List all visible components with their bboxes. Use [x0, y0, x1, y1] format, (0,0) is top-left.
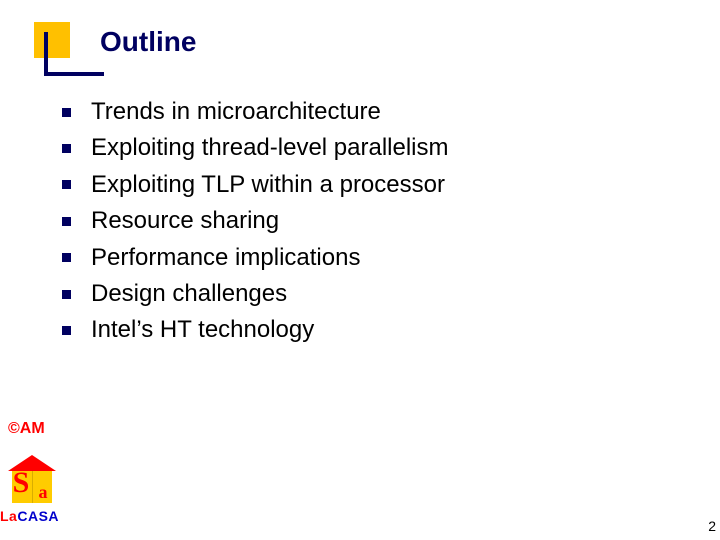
bullet-square-icon: [62, 217, 71, 226]
logo-letter-a: a: [32, 482, 54, 503]
bullet-text: Trends in microarchitecture: [91, 96, 381, 128]
slide-title: Outline: [100, 26, 196, 58]
list-item: Trends in microarchitecture: [62, 96, 449, 128]
bullet-text: Exploiting thread-level parallelism: [91, 132, 449, 164]
bullet-text: Performance implications: [91, 242, 360, 274]
list-item: Performance implications: [62, 242, 449, 274]
list-item: Exploiting thread-level parallelism: [62, 132, 449, 164]
bullet-text: Exploiting TLP within a processor: [91, 169, 445, 201]
footer-casa: CASA: [17, 508, 59, 524]
navy-vertical-bar: [44, 32, 48, 76]
list-item: Resource sharing: [62, 205, 449, 237]
footer-la: La: [0, 508, 17, 524]
author-copyright: ©AM: [8, 420, 45, 438]
bullet-square-icon: [62, 108, 71, 117]
page-number: 2: [708, 518, 716, 534]
slide: Outline Trends in microarchitecture Expl…: [0, 0, 720, 540]
list-item: Intel’s HT technology: [62, 314, 449, 346]
bullet-text: Design challenges: [91, 278, 287, 310]
bullet-list: Trends in microarchitecture Exploiting t…: [62, 96, 449, 351]
list-item: Design challenges: [62, 278, 449, 310]
list-item: Exploiting TLP within a processor: [62, 169, 449, 201]
logo-letter-s: S: [8, 467, 34, 499]
navy-horizontal-bar: [44, 72, 104, 76]
bullet-square-icon: [62, 326, 71, 335]
bullet-square-icon: [62, 144, 71, 153]
bullet-square-icon: [62, 253, 71, 262]
footer-lab-name: LaCASA: [0, 508, 59, 524]
bullet-text: Resource sharing: [91, 205, 279, 237]
bullet-square-icon: [62, 180, 71, 189]
bullet-square-icon: [62, 290, 71, 299]
orange-square-icon: [34, 22, 70, 58]
title-decoration: [34, 22, 74, 62]
lab-logo: S a: [8, 455, 56, 503]
bullet-text: Intel’s HT technology: [91, 314, 314, 346]
